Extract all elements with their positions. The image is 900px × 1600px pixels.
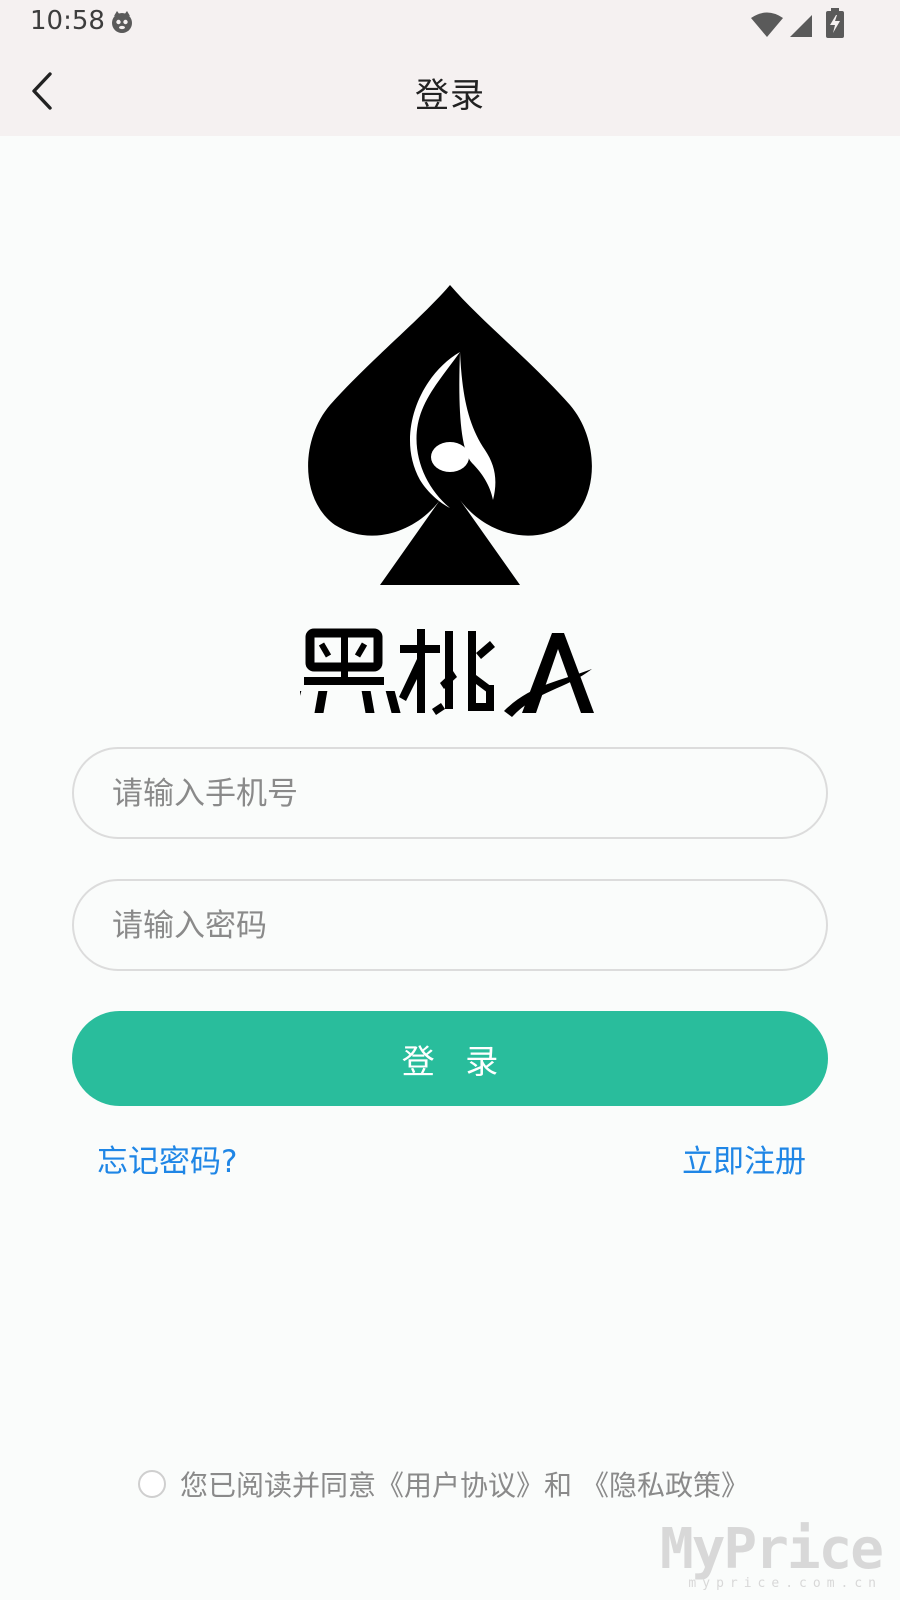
watermark: MyPrice myprice.com.cn bbox=[659, 1517, 884, 1592]
forgot-password-link[interactable]: 忘记密码? bbox=[97, 1136, 237, 1181]
register-link[interactable]: 立即注册 bbox=[682, 1136, 806, 1181]
wifi-icon bbox=[751, 12, 783, 37]
agreement-row: 您已阅读并同意《用户协议》和 《隐私政策》 bbox=[138, 1464, 749, 1504]
status-time: 10:58 bbox=[30, 6, 105, 36]
phone-input[interactable] bbox=[110, 749, 794, 839]
page-title: 登录 bbox=[415, 76, 485, 116]
agreement-text: 您已阅读并同意《用户协议》和 《隐私政策》 bbox=[180, 1464, 749, 1504]
status-bar: 10:58 bbox=[0, 0, 900, 46]
spade-icon bbox=[308, 285, 592, 585]
agreement-prefix: 您已阅读并同意 bbox=[180, 1469, 377, 1502]
agreement-connector: 和 bbox=[544, 1469, 581, 1502]
watermark-sub: myprice.com.cn bbox=[688, 1576, 882, 1591]
agreement-checkbox[interactable] bbox=[138, 1470, 166, 1498]
login-screen: 10:58 登录 请输入手机号 登 录 忘记密码? 立即注册 您已阅读并同意《用… bbox=[0, 0, 900, 1600]
cat-notification-icon bbox=[112, 11, 132, 33]
logo-wordmark bbox=[300, 628, 594, 717]
privacy-policy-link[interactable]: 《隐私政策》 bbox=[581, 1469, 749, 1502]
nav-bar: 登录 bbox=[0, 46, 900, 136]
password-input[interactable] bbox=[110, 881, 794, 971]
phone-input-wrapper bbox=[72, 747, 828, 839]
password-input-wrapper bbox=[72, 879, 828, 971]
signal-icon bbox=[790, 15, 812, 37]
login-button[interactable]: 登 录 bbox=[72, 1011, 828, 1106]
user-agreement-link[interactable]: 《用户协议》 bbox=[376, 1469, 544, 1502]
watermark-main: MyPrice bbox=[659, 1517, 884, 1582]
battery-charging-icon bbox=[826, 8, 844, 38]
